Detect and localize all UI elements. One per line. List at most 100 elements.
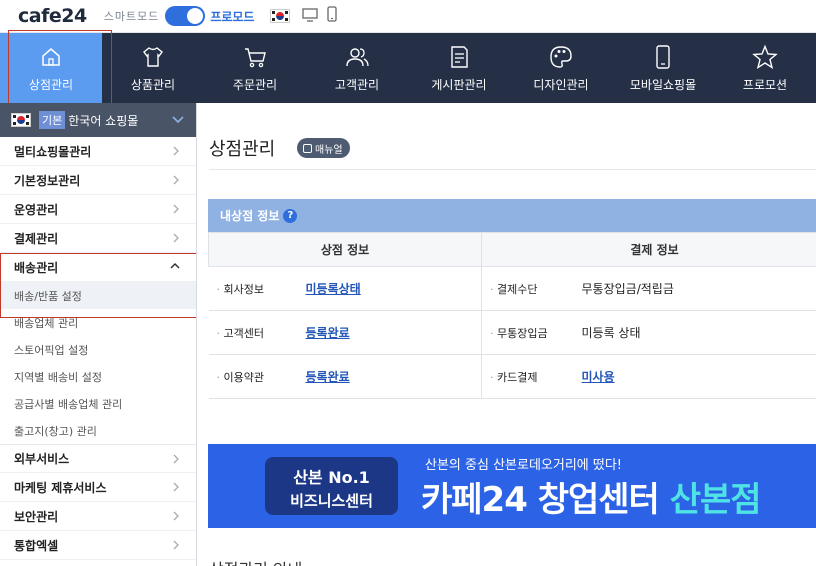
row-key: · 고객센터 bbox=[208, 310, 306, 355]
sidebar-sub-store-pickup[interactable]: 스토어픽업 설정 bbox=[0, 336, 196, 363]
mode-toggle[interactable] bbox=[165, 6, 206, 26]
chevron-up-icon bbox=[170, 262, 180, 269]
chevron-right-icon bbox=[173, 511, 179, 521]
sidebar-sub-warehouse[interactable]: 출고지(창고) 관리 bbox=[0, 417, 196, 444]
logo-text: cafe bbox=[18, 5, 62, 27]
banner-pill-line2: 비즈니스센터 bbox=[290, 492, 373, 510]
sidebar-item-external[interactable]: 외부서비스 bbox=[0, 444, 196, 473]
sidebar-item-marketing[interactable]: 마케팅 제휴서비스 bbox=[0, 473, 196, 502]
sidebar-item-security[interactable]: 보안관리 bbox=[0, 502, 196, 531]
palette-icon bbox=[550, 46, 572, 68]
mall-name: 한국어 쇼핑몰 bbox=[68, 113, 139, 128]
sidebar-item-label: 배송관리 bbox=[14, 260, 59, 275]
nav-item-order[interactable]: 주문관리 bbox=[204, 33, 306, 103]
sidebar-sub-regional-fee[interactable]: 지역별 배송비 설정 bbox=[0, 363, 196, 390]
sidebar-item-label: 마케팅 제휴서비스 bbox=[14, 480, 107, 495]
nav-item-product[interactable]: 상품관리 bbox=[102, 33, 204, 103]
help-icon[interactable]: ? bbox=[283, 208, 298, 223]
korea-flag-icon bbox=[11, 113, 31, 127]
col-store-info: 상점 정보 bbox=[208, 232, 482, 267]
nav-item-promotion[interactable]: 프로모션 bbox=[714, 33, 816, 103]
manual-button[interactable]: 매뉴얼 bbox=[297, 138, 350, 158]
sidebar-item-multi-mall[interactable]: 멀티쇼핑몰관리 bbox=[0, 137, 196, 166]
chevron-down-icon bbox=[172, 116, 184, 124]
terms-link[interactable]: 등록완료 bbox=[306, 370, 350, 384]
nav-label: 상점관리 bbox=[28, 78, 74, 92]
sidebar-sub-label: 배송/반품 설정 bbox=[14, 289, 82, 303]
page-title: 상점관리 bbox=[209, 139, 276, 160]
sidebar-sub-shipping-return[interactable]: 배송/반품 설정 bbox=[0, 282, 196, 309]
mobile-device-icon[interactable] bbox=[327, 6, 338, 26]
board-icon bbox=[451, 46, 468, 68]
banner-headline: 카페24 창업센터 산본점 bbox=[421, 480, 762, 520]
sidebar-item-shipping[interactable]: 배송관리 bbox=[0, 253, 196, 282]
section-title: 상점관리 안내 bbox=[209, 556, 302, 566]
chevron-right-icon bbox=[173, 454, 179, 464]
chevron-right-icon bbox=[173, 482, 179, 492]
store-info-panel: 내상점 정보 ? 상점 정보 결제 정보 · 회사정보 미등록상태 · 결제수단… bbox=[208, 199, 816, 399]
nav-item-board[interactable]: 게시판관리 bbox=[408, 33, 510, 103]
sidebar-sub-supplier-carrier[interactable]: 공급사별 배송업체 관리 bbox=[0, 390, 196, 417]
smart-mode-label: 스마트모드 bbox=[103, 10, 160, 23]
customer-center-link[interactable]: 등록완료 bbox=[306, 326, 350, 340]
sidebar-item-label: 운영관리 bbox=[14, 202, 59, 217]
main-nav: 상점관리 상품관리 주문관리 고객관리 게시판관리 디자인관리 모바일쇼핑몰 프… bbox=[0, 30, 816, 104]
home-icon bbox=[42, 48, 60, 66]
table-header-row: 상점 정보 결제 정보 bbox=[208, 232, 816, 267]
table-row: · 이용약관 등록완료 · 카드결제 미사용 bbox=[208, 354, 816, 399]
korea-flag-icon[interactable] bbox=[270, 9, 291, 23]
chevron-right-icon bbox=[173, 146, 179, 156]
nav-item-store[interactable]: 상점관리 bbox=[0, 30, 112, 104]
document-icon bbox=[303, 143, 312, 153]
nav-label: 상품관리 bbox=[130, 78, 176, 92]
row-key: · 결제수단 bbox=[481, 266, 582, 311]
sidebar-item-basic-info[interactable]: 기본정보관리 bbox=[0, 166, 196, 195]
store-info-table: 상점 정보 결제 정보 · 회사정보 미등록상태 · 결제수단 무통장입금/적립… bbox=[208, 232, 816, 399]
sidebar-item-label: 보안관리 bbox=[14, 509, 59, 524]
sidebar-item-label: 외부서비스 bbox=[14, 452, 70, 466]
sidebar: 기본 한국어 쇼핑몰 멀티쇼핑몰관리 기본정보관리 운영관리 결제관리 배송관리… bbox=[0, 103, 197, 566]
sidebar-sub-label: 스토어픽업 설정 bbox=[14, 343, 89, 357]
nav-label: 고객관리 bbox=[334, 78, 380, 92]
row-value: 미등록상태 bbox=[305, 266, 482, 311]
mall-selector[interactable]: 기본 한국어 쇼핑몰 bbox=[0, 103, 196, 137]
store-info-title: 내상점 정보 bbox=[220, 209, 280, 223]
main-content: 상점관리 매뉴얼 내상점 정보 ? 상점 정보 결제 정보 · 회사정보 미등록… bbox=[197, 103, 816, 566]
chevron-right-icon bbox=[173, 233, 179, 243]
sidebar-item-excel[interactable]: 통합엑셀 bbox=[0, 531, 196, 560]
nav-item-mobile[interactable]: 모바일쇼핑몰 bbox=[612, 33, 714, 103]
chevron-right-icon bbox=[173, 540, 179, 550]
chevron-right-icon bbox=[173, 175, 179, 185]
nav-item-design[interactable]: 디자인관리 bbox=[510, 33, 612, 103]
store-info-header: 내상점 정보 ? bbox=[208, 199, 816, 232]
sidebar-item-payment[interactable]: 결제관리 bbox=[0, 224, 196, 253]
cart-icon bbox=[245, 48, 266, 68]
banner-pill-line1: 산본 No.1 bbox=[293, 468, 370, 487]
desktop-icon[interactable] bbox=[302, 7, 319, 26]
nav-label: 디자인관리 bbox=[533, 78, 589, 92]
company-info-link[interactable]: 미등록상태 bbox=[306, 282, 361, 296]
card-payment-link[interactable]: 미사용 bbox=[582, 370, 615, 384]
row-value: 무통장입금/적립금 bbox=[581, 266, 816, 311]
toggle-knob bbox=[187, 8, 204, 24]
row-key: · 이용약관 bbox=[208, 354, 306, 399]
sidebar-sub-carrier[interactable]: 배송업체 관리 bbox=[0, 309, 196, 336]
banner-headline-highlight: 산본점 bbox=[669, 480, 762, 520]
nav-label: 주문관리 bbox=[232, 78, 278, 92]
users-icon bbox=[346, 48, 369, 67]
cafe24-logo[interactable]: cafe24 bbox=[18, 5, 87, 27]
top-bar: cafe24 스마트모드 프로모드 bbox=[0, 0, 816, 33]
chevron-right-icon bbox=[173, 204, 179, 214]
table-row: · 회사정보 미등록상태 · 결제수단 무통장입금/적립금 bbox=[208, 266, 816, 311]
sidebar-sub-label: 지역별 배송비 설정 bbox=[14, 370, 102, 384]
promo-banner[interactable]: 산본 No.1 비즈니스센터 산본의 중심 산본로데오거리에 떴다! 카페24 … bbox=[208, 444, 816, 528]
banner-pill: 산본 No.1 비즈니스센터 bbox=[265, 457, 398, 515]
nav-item-customer[interactable]: 고객관리 bbox=[306, 33, 408, 103]
sidebar-item-operation[interactable]: 운영관리 bbox=[0, 195, 196, 224]
sidebar-sub-label: 출고지(창고) 관리 bbox=[14, 424, 97, 438]
row-value: 등록완료 bbox=[305, 310, 482, 355]
row-value: 미등록 상태 bbox=[581, 310, 816, 355]
sidebar-item-label: 통합엑셀 bbox=[14, 538, 59, 553]
row-key: · 카드결제 bbox=[481, 354, 582, 399]
sidebar-item-label: 결제관리 bbox=[14, 231, 59, 246]
